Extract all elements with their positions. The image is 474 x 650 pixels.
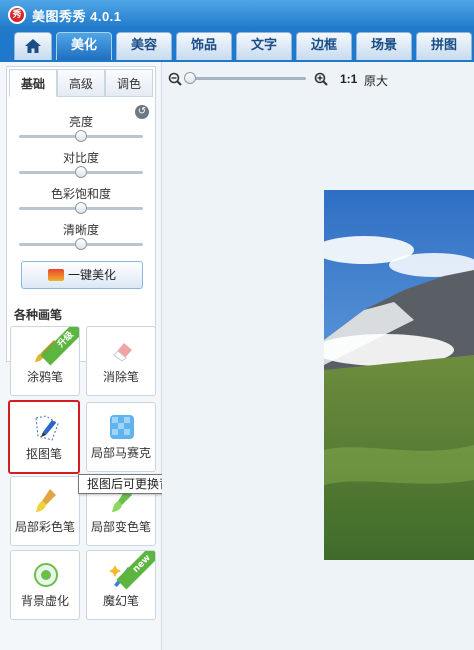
sharpness-label: 清晰度 — [62, 223, 99, 237]
tab-home[interactable] — [14, 32, 52, 60]
zoom-slider-handle[interactable] — [184, 72, 196, 84]
tab-beauty[interactable]: 美容 — [116, 32, 172, 60]
app-title: 美图秀秀 4.0.1 — [32, 9, 122, 24]
one-click-beautify-label: 一键美化 — [67, 268, 116, 282]
sharpness-slider-handle[interactable] — [75, 238, 87, 250]
local-mosaic-label: 局部马赛克 — [90, 446, 151, 460]
doodle-pen-label: 涂鸦笔 — [26, 370, 63, 384]
eraser-pen-tool[interactable]: 消除笔 — [86, 326, 156, 396]
zoom-slider[interactable] — [190, 77, 306, 80]
magic-wand-icon — [47, 269, 64, 281]
local-mosaic-tool[interactable]: 局部马赛克 — [86, 402, 156, 472]
magic-pen-label: 魔幻笔 — [102, 594, 139, 608]
mosaic-icon — [110, 415, 134, 439]
title-bar: 秀 美图秀秀 4.0.1 — [0, 0, 474, 30]
eraser-pen-label: 消除笔 — [102, 370, 139, 384]
saturation-slider-handle[interactable] — [75, 202, 87, 214]
cutout-pen-icon — [35, 415, 59, 441]
one-click-beautify-button[interactable]: 一键美化 — [21, 261, 143, 289]
eraser-icon — [113, 343, 132, 362]
contrast-label: 对比度 — [62, 151, 99, 165]
tab-beautify[interactable]: 美化 — [56, 32, 112, 60]
tab-text[interactable]: 文字 — [236, 32, 292, 60]
main-tab-bar: 美化 美容 饰品 文字 边框 场景 拼图 — [0, 30, 474, 62]
magic-pen-tool[interactable]: new 魔幻笔 — [86, 550, 156, 620]
background-blur-label: 背景虚化 — [20, 594, 69, 608]
doodle-pen-tool[interactable]: 升级 涂鸦笔 — [10, 326, 80, 396]
contrast-slider-handle[interactable] — [75, 166, 87, 178]
tab-collage[interactable]: 拼图 — [416, 32, 472, 60]
landscape-photo — [324, 190, 474, 560]
zoom-out-icon[interactable] — [168, 72, 182, 86]
color-brush-icon — [36, 489, 56, 512]
subtab-advanced[interactable]: 高级 — [57, 69, 105, 97]
image-canvas[interactable] — [162, 96, 474, 650]
saturation-label: 色彩饱和度 — [50, 187, 111, 201]
zoom-in-icon[interactable] — [314, 72, 328, 86]
original-size-button[interactable]: 原大 — [364, 72, 388, 89]
brightness-slider-handle[interactable] — [75, 130, 87, 142]
home-icon — [25, 39, 41, 53]
cutout-pen-tool[interactable]: 抠图笔 — [8, 400, 80, 474]
brightness-label: 亮度 — [68, 115, 93, 129]
cutout-pen-label: 抠图笔 — [25, 447, 62, 461]
blur-icon — [34, 563, 58, 587]
left-panel: 基础 高级 调色 ↺ 亮度 对比度 色彩饱和度 清晰度 一键美化 各种画笔 升级… — [0, 62, 162, 650]
tab-accessories[interactable]: 饰品 — [176, 32, 232, 60]
local-recolor-pen-label: 局部变色笔 — [90, 520, 151, 534]
local-color-pen-tool[interactable]: 局部彩色笔 — [10, 476, 80, 546]
tab-scene[interactable]: 场景 — [356, 32, 412, 60]
app-logo-icon: 秀 — [8, 6, 26, 24]
tab-frame[interactable]: 边框 — [296, 32, 352, 60]
brushes-section-title: 各种画笔 — [14, 308, 63, 322]
subtab-color[interactable]: 调色 — [105, 69, 153, 97]
local-color-pen-label: 局部彩色笔 — [14, 520, 75, 534]
background-blur-tool[interactable]: 背景虚化 — [10, 550, 80, 620]
actual-size-ratio[interactable]: 1:1 — [340, 72, 357, 86]
zoom-toolbar: 1:1 原大 — [162, 62, 474, 96]
subtab-basic[interactable]: 基础 — [9, 69, 57, 97]
